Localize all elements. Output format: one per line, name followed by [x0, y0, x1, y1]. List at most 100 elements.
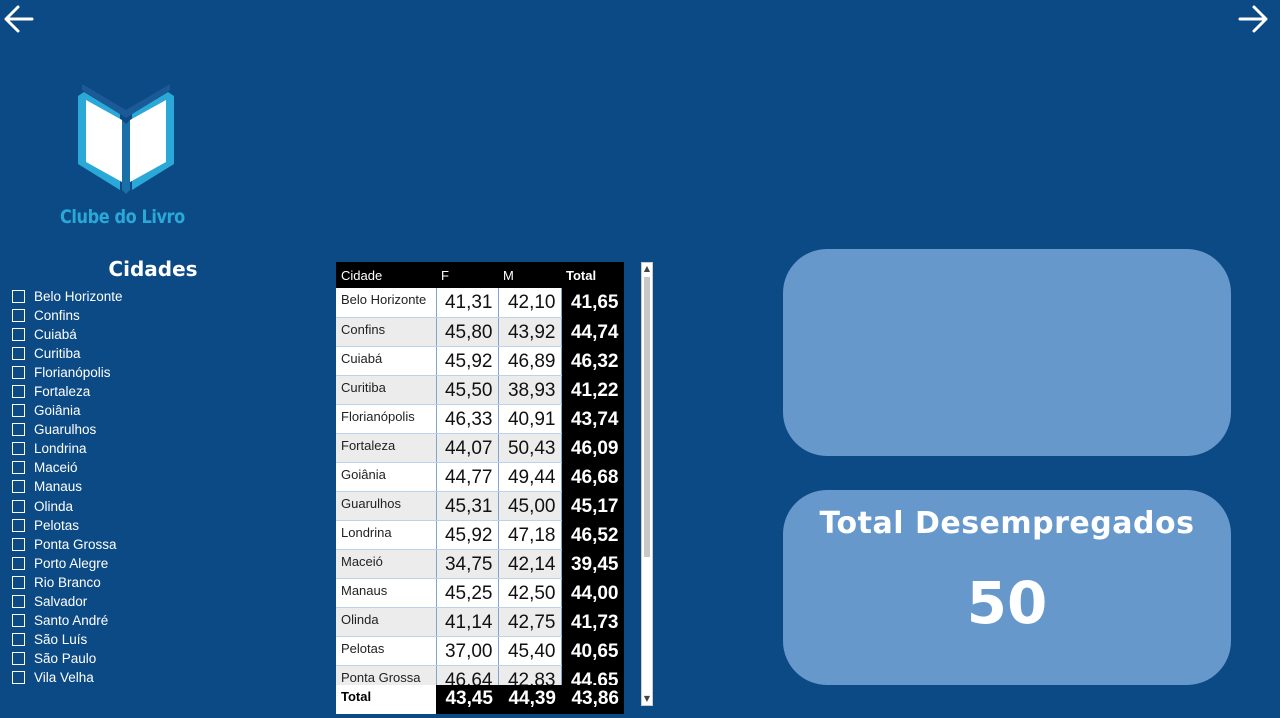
header-f[interactable]: F [436, 262, 498, 288]
slicer-item[interactable]: Pelotas [12, 516, 302, 535]
checkbox[interactable] [12, 328, 25, 342]
checkbox[interactable] [12, 480, 25, 494]
slicer-item[interactable]: Londrina [12, 439, 302, 458]
cell-city: Fortaleza [336, 433, 437, 463]
cell-m: 38,93 [498, 375, 562, 405]
slicer-item[interactable]: Fortaleza [12, 382, 302, 401]
cell-total: 46,68 [561, 462, 624, 492]
cell-city: Manaus [336, 578, 437, 608]
table-row[interactable]: Pelotas 37,00 45,40 40,65 [336, 636, 624, 666]
cell-total: 45,17 [561, 491, 624, 521]
total-m: 44,39 [508, 688, 556, 709]
table-row[interactable]: Manaus 45,25 42,50 44,00 [336, 578, 624, 608]
header-m[interactable]: M [498, 262, 561, 288]
table-row[interactable]: Belo Horizonte 41,31 42,10 41,65 [336, 288, 624, 318]
header-total[interactable]: Total [561, 262, 624, 288]
slicer-item-label: Olinda [34, 498, 74, 514]
table-row[interactable]: Londrina 45,92 47,18 46,52 [336, 520, 624, 550]
slicer-item[interactable]: Maceió [12, 458, 302, 477]
checkbox[interactable] [12, 575, 25, 589]
checkbox[interactable] [12, 309, 25, 323]
slicer-item-label: Vila Velha [34, 669, 94, 685]
checkbox[interactable] [12, 651, 25, 665]
table-row[interactable]: Florianópolis 46,33 40,91 43,74 [336, 404, 624, 434]
checkbox[interactable] [12, 518, 25, 532]
checkbox[interactable] [12, 537, 25, 551]
slicer-item[interactable]: Curitiba [12, 344, 302, 363]
slicer-item-label: Porto Alegre [34, 555, 109, 571]
slicer-item[interactable]: Porto Alegre [12, 554, 302, 573]
cell-city: Guarulhos [336, 491, 437, 521]
slicer-list: Belo Horizonte Confins Cuiabá Curitiba Flori… [12, 287, 302, 687]
slicer-item[interactable]: São Luís [12, 630, 302, 649]
slicer-item-label: São Luís [34, 631, 88, 647]
checkbox[interactable] [12, 347, 25, 361]
card-value: 50 [966, 569, 1048, 637]
table-total-row: Total 43,45 44,39 43,86 [336, 685, 624, 714]
checkbox[interactable] [12, 461, 25, 475]
slicer-item[interactable]: Ponta Grossa [12, 535, 302, 554]
checkbox[interactable] [12, 442, 25, 456]
total-f: 43,45 [445, 688, 493, 709]
table-row[interactable]: Olinda 41,14 42,75 41,73 [336, 607, 624, 637]
checkbox[interactable] [12, 404, 25, 418]
slicer-item[interactable]: Goiânia [12, 401, 302, 420]
cell-m: 40,91 [498, 404, 562, 434]
slicer-item[interactable]: Manaus [12, 477, 302, 496]
forward-arrow-button[interactable] [1236, 2, 1270, 36]
cell-city: Maceió [336, 549, 437, 579]
slicer-item-label: Ponta Grossa [34, 536, 117, 552]
table-row[interactable]: Guarulhos 45,31 45,00 45,17 [336, 491, 624, 521]
cell-total: 46,52 [561, 520, 624, 550]
slicer-item[interactable]: Salvador [12, 592, 302, 611]
table-row[interactable]: Confins 45,80 43,92 44,74 [336, 317, 624, 347]
table-row[interactable]: Cuiabá 45,92 46,89 46,32 [336, 346, 624, 376]
checkbox[interactable] [12, 499, 25, 513]
cell-m: 46,89 [498, 346, 562, 376]
checkbox[interactable] [12, 290, 25, 304]
scroll-up-icon[interactable]: ▲ [642, 263, 652, 275]
slicer-item[interactable]: Vila Velha [12, 668, 302, 687]
checkbox[interactable] [12, 613, 25, 627]
table-scrollbar[interactable]: ▲ ▼ [641, 262, 653, 706]
checkbox[interactable] [12, 632, 25, 646]
slicer-item-label: Florianópolis [34, 365, 111, 381]
cell-f: 41,31 [436, 288, 499, 318]
cell-m: 42,75 [498, 607, 562, 637]
slicer-item[interactable]: Florianópolis [12, 363, 302, 382]
checkbox[interactable] [12, 594, 25, 608]
slicer-item[interactable]: Olinda [12, 497, 302, 516]
cell-f: 45,80 [436, 317, 499, 347]
checkbox[interactable] [12, 556, 25, 570]
table-row[interactable]: Goiânia 44,77 49,44 46,68 [336, 462, 624, 492]
table-row[interactable]: Curitiba 45,50 38,93 41,22 [336, 375, 624, 405]
table-row[interactable]: Maceió 34,75 42,14 39,45 [336, 549, 624, 579]
slicer-item[interactable]: Guarulhos [12, 420, 302, 439]
checkbox[interactable] [12, 366, 25, 380]
cell-city: Confins [336, 317, 437, 347]
slicer-item-label: Manaus [34, 479, 83, 495]
checkbox[interactable] [12, 423, 25, 437]
slicer-item-label: Santo André [34, 612, 109, 628]
slicer-item[interactable]: Rio Branco [12, 573, 302, 592]
header-city[interactable]: Cidade [336, 262, 436, 288]
empty-card [783, 249, 1231, 456]
cell-f: 45,50 [436, 375, 499, 405]
slicer-item[interactable]: Santo André [12, 611, 302, 630]
slicer-item[interactable]: São Paulo [12, 649, 302, 668]
table-row[interactable]: Fortaleza 44,07 50,43 46,09 [336, 433, 624, 463]
cell-f: 45,25 [436, 578, 499, 608]
slicer-item[interactable]: Belo Horizonte [12, 287, 302, 306]
scroll-down-icon[interactable]: ▼ [642, 693, 652, 705]
slicer-item[interactable]: Confins [12, 306, 302, 325]
slicer-item-label: Rio Branco [34, 574, 101, 590]
cities-slicer: Cidades Belo Horizonte Confins Cuiabá Curit… [12, 257, 302, 687]
cell-m: 47,18 [498, 520, 562, 550]
back-arrow-button[interactable] [2, 2, 36, 36]
slicer-item-label: Goiânia [34, 403, 81, 419]
slicer-item[interactable]: Cuiabá [12, 325, 302, 344]
scroll-thumb[interactable] [644, 277, 650, 557]
checkbox[interactable] [12, 670, 25, 684]
checkbox[interactable] [12, 385, 25, 399]
logo: Clube do Livro [60, 78, 192, 228]
